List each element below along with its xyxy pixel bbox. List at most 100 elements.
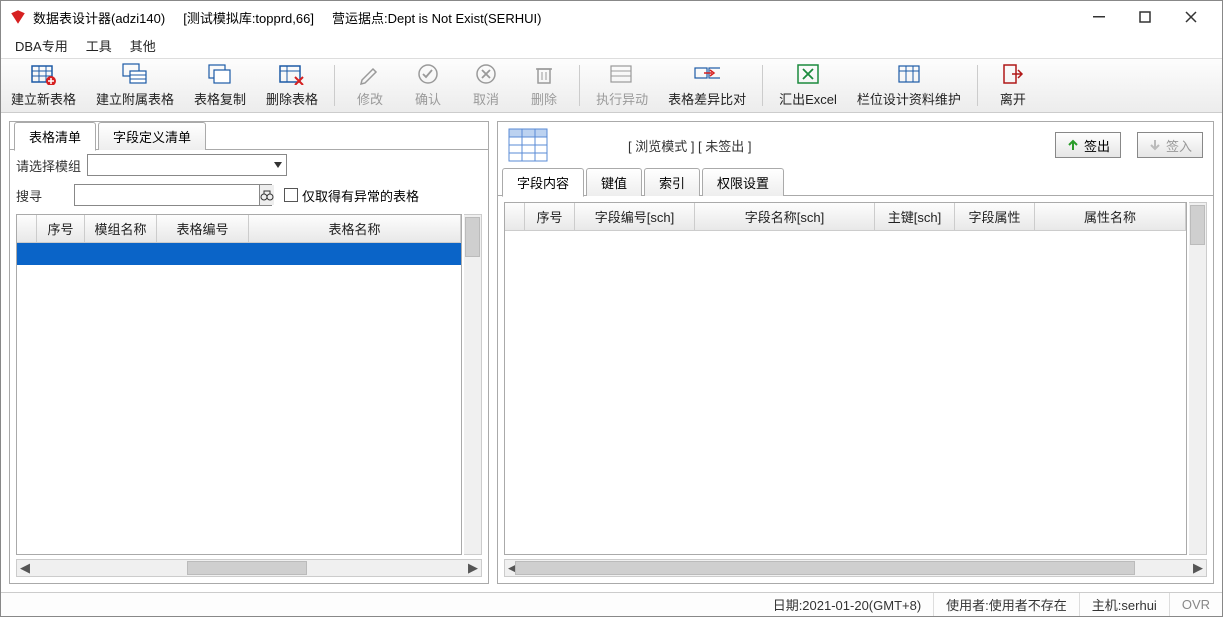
tool-label: 栏位设计资料维护 — [857, 89, 961, 108]
right-grid-header: 序号 字段编号[sch] 字段名称[sch] 主键[sch] 字段属性 属性名称 — [505, 203, 1186, 231]
left-vscrollbar[interactable] — [464, 214, 482, 555]
field-design-button[interactable]: 栏位设计资料维护 — [847, 61, 971, 110]
status-host: 主机:serhui — [1080, 593, 1170, 616]
confirm-button[interactable]: 确认 — [399, 61, 457, 110]
only-abnormal-label: 仅取得有异常的表格 — [302, 186, 419, 205]
col-seq[interactable]: 序号 — [37, 215, 85, 242]
exec-diff-button[interactable]: 执行异动 — [586, 61, 658, 110]
tab-field-def[interactable]: 字段定义清单 — [98, 122, 206, 150]
table-large-icon — [508, 128, 548, 162]
search-input[interactable] — [75, 185, 259, 205]
menu-tools[interactable]: 工具 — [78, 33, 120, 58]
tool-label: 执行异动 — [596, 89, 648, 108]
left-grid-body[interactable] — [17, 243, 461, 554]
site-title: 营运据点:Dept is Not Exist(SERHUI) — [332, 8, 541, 27]
title-bar: 数据表设计器(adzi140) [测试模拟库:topprd,66] 营运据点:D… — [1, 1, 1222, 33]
copy-table-button[interactable]: 表格复制 — [184, 61, 256, 110]
checkout-label: 签出 — [1084, 136, 1110, 155]
excel-icon — [795, 63, 821, 85]
menu-dba[interactable]: DBA专用 — [7, 33, 76, 58]
search-label: 搜寻 — [16, 186, 68, 205]
status-user: 使用者:使用者不存在 — [934, 593, 1080, 616]
grid-sub-icon — [122, 63, 148, 85]
search-button[interactable] — [259, 185, 274, 205]
close-button[interactable] — [1168, 1, 1214, 33]
tool-label: 删除 — [531, 89, 557, 108]
arrow-up-icon — [1066, 138, 1080, 152]
module-combo[interactable] — [87, 154, 287, 176]
right-grid-body[interactable] — [505, 231, 1186, 554]
left-tabstrip: 表格清单 字段定义清单 — [10, 122, 488, 150]
remove-button[interactable]: 删除 — [515, 61, 573, 110]
new-sub-table-button[interactable]: 建立附属表格 — [86, 61, 184, 110]
check-circle-icon — [415, 63, 441, 85]
status-ovr: OVR — [1170, 597, 1222, 612]
binoculars-icon — [260, 188, 274, 202]
tab-table-list[interactable]: 表格清单 — [14, 122, 96, 151]
col-module[interactable]: 模组名称 — [85, 215, 157, 242]
status-bar: 日期:2021-01-20(GMT+8) 使用者:使用者不存在 主机:serhu… — [1, 592, 1222, 616]
select-module-label: 请选择模组 — [16, 156, 81, 175]
menu-other[interactable]: 其他 — [122, 33, 164, 58]
diff-compare-button[interactable]: 表格差异比对 — [658, 61, 756, 110]
new-table-button[interactable]: 建立新表格 — [1, 61, 86, 110]
maximize-button[interactable] — [1122, 1, 1168, 33]
tool-label: 删除表格 — [266, 89, 318, 108]
only-abnormal-checkbox[interactable]: 仅取得有异常的表格 — [284, 186, 419, 205]
minimize-button[interactable] — [1076, 1, 1122, 33]
selected-row[interactable] — [17, 243, 461, 265]
mode-label: [ 浏览模式 ] [ 未签出 ] — [558, 136, 752, 155]
checkin-button[interactable]: 签入 — [1137, 132, 1203, 158]
right-vscrollbar[interactable] — [1189, 202, 1207, 555]
left-pane: 表格清单 字段定义清单 请选择模组 搜寻 仅取得有异常的表格 — [9, 121, 489, 584]
col-pk[interactable]: 主键[sch] — [875, 203, 955, 230]
scroll-left-icon[interactable]: ◀ — [17, 560, 33, 576]
tab-perm[interactable]: 权限设置 — [702, 168, 784, 196]
tool-label: 取消 — [473, 89, 499, 108]
grid-copy-icon — [207, 63, 233, 85]
checkbox-icon — [284, 188, 298, 202]
col-field-attr[interactable]: 字段属性 — [955, 203, 1035, 230]
leave-button[interactable]: 离开 — [984, 61, 1042, 110]
col-field-code[interactable]: 字段编号[sch] — [575, 203, 695, 230]
arrow-down-icon — [1148, 138, 1162, 152]
right-hscrollbar[interactable]: ◀ ▶ — [504, 559, 1207, 577]
db-title: [测试模拟库:topprd,66] — [183, 8, 314, 27]
toolbar: 建立新表格 建立附属表格 表格复制 删除表格 修改 确认 取消 删除 执行异动 … — [1, 59, 1222, 113]
app-title: 数据表设计器(adzi140) — [33, 8, 165, 27]
cancel-button[interactable]: 取消 — [457, 61, 515, 110]
row-handle-header — [505, 203, 525, 230]
modify-button[interactable]: 修改 — [341, 61, 399, 110]
export-excel-button[interactable]: 汇出Excel — [769, 61, 847, 110]
status-date: 日期:2021-01-20(GMT+8) — [761, 593, 934, 616]
right-tabstrip: 字段内容 键值 索引 权限设置 — [498, 168, 1213, 196]
tool-label: 建立新表格 — [11, 89, 76, 108]
col-table-name[interactable]: 表格名称 — [249, 215, 461, 242]
col-seq[interactable]: 序号 — [525, 203, 575, 230]
scroll-right-icon[interactable]: ▶ — [465, 560, 481, 576]
grid-add-icon — [31, 63, 57, 85]
tab-key[interactable]: 键值 — [586, 168, 642, 196]
col-field-name[interactable]: 字段名称[sch] — [695, 203, 875, 230]
scroll-right-icon[interactable]: ▶ — [1190, 560, 1206, 576]
left-grid[interactable]: 序号 模组名称 表格编号 表格名称 — [16, 214, 462, 555]
delete-table-button[interactable]: 删除表格 — [256, 61, 328, 110]
checkout-button[interactable]: 签出 — [1055, 132, 1121, 158]
right-grid[interactable]: 序号 字段编号[sch] 字段名称[sch] 主键[sch] 字段属性 属性名称 — [504, 202, 1187, 555]
col-attr-name[interactable]: 属性名称 — [1035, 203, 1186, 230]
left-hscrollbar[interactable]: ◀ ▶ — [16, 559, 482, 577]
left-grid-header: 序号 模组名称 表格编号 表格名称 — [17, 215, 461, 243]
col-table-code[interactable]: 表格编号 — [157, 215, 249, 242]
tab-index[interactable]: 索引 — [644, 168, 700, 196]
tool-label: 确认 — [415, 89, 441, 108]
exit-icon — [1000, 63, 1026, 85]
tool-label: 离开 — [1000, 89, 1026, 108]
menu-bar: DBA专用 工具 其他 — [1, 33, 1222, 59]
checkin-label: 签入 — [1166, 136, 1192, 155]
tab-field-content[interactable]: 字段内容 — [502, 168, 584, 197]
row-handle-header — [17, 215, 37, 242]
trash-icon — [531, 63, 557, 85]
cancel-circle-icon — [473, 63, 499, 85]
compare-icon — [694, 63, 720, 85]
right-pane: [ 浏览模式 ] [ 未签出 ] 签出 签入 字段内容 键值 索引 权限设置 序… — [497, 121, 1214, 584]
